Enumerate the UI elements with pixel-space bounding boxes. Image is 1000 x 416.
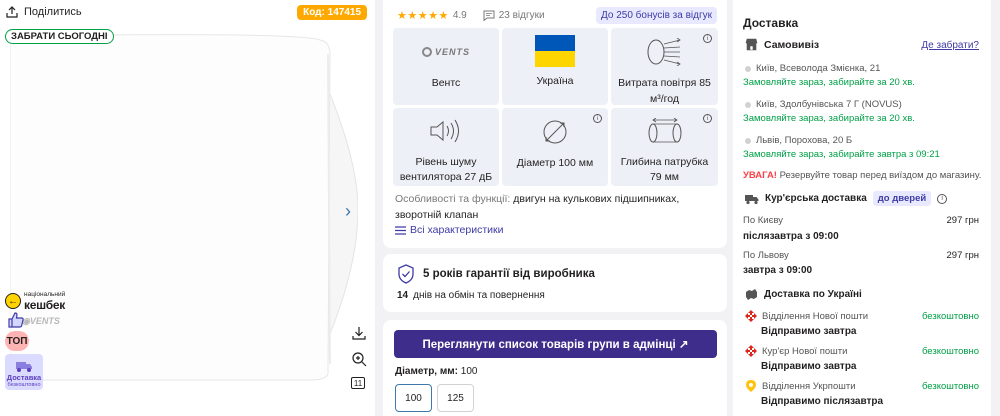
kyiv-delivery-time: післязавтра з 09:00	[743, 231, 839, 242]
return-policy: 14 днів на обмін та повернення	[397, 290, 545, 301]
warranty-title: 5 років гарантії від виробника	[423, 268, 595, 280]
airflow-icon	[647, 38, 681, 66]
comment-icon	[483, 10, 495, 21]
features-card: ★★★★★ 4.9 23 відгуки До 250 бонусів за в…	[383, 0, 727, 248]
carrier-row[interactable]: Відділення Нової пошти безкоштовно	[745, 310, 979, 322]
store-address: Київ, Здолбунівська 7 Г (NOVUS)	[745, 99, 902, 110]
diameter-icon	[543, 120, 567, 144]
kyiv-delivery-row: По Києву 297 грн	[743, 215, 979, 226]
info-icon[interactable]: i	[703, 34, 712, 43]
store-order-time: Замовляйте зараз, забирайте за 20 хв.	[743, 77, 915, 88]
feature-pipe-depth[interactable]: i Глибина патрубка 79 мм	[611, 108, 718, 186]
diameter-selected-value: 100	[460, 366, 478, 377]
where-to-pick-link[interactable]: Де забрати?	[921, 40, 979, 51]
truck-icon	[745, 194, 759, 204]
diameter-option-100[interactable]: 100	[395, 384, 432, 412]
carrier-row[interactable]: Кур'єр Нової пошти безкоштовно	[745, 345, 979, 357]
rating-stars[interactable]: ★★★★★	[397, 9, 449, 22]
diameter-selector-label: Діаметр, мм: 100	[395, 366, 478, 377]
self-pickup-heading: Самовивіз	[745, 38, 819, 51]
feature-diameter-text: Діаметр 100 мм	[516, 157, 594, 169]
store-address: Київ, Всеволода Змієнка, 21	[745, 63, 880, 74]
reviews-count: 23 відгуки	[498, 10, 545, 21]
image-count[interactable]: 11	[351, 377, 365, 389]
noise-icon	[430, 119, 459, 143]
pickup-today-badge: ЗАБРАТИ СЬОГОДНІ	[5, 29, 114, 44]
product-image[interactable]: ◉VENTS	[10, 34, 358, 382]
lviv-delivery-time: завтра з 09:00	[743, 265, 813, 276]
vents-logo: VENTS	[421, 47, 470, 57]
svg-text:◉VENTS: ◉VENTS	[22, 316, 60, 326]
free-delivery-l2: безкоштовно	[7, 381, 41, 388]
store-icon	[745, 38, 758, 51]
shield-check-icon	[398, 264, 414, 284]
reserve-warning: УВАГА! Резервуйте товар перед виїздом до…	[743, 170, 982, 181]
store-address: Львів, Порохова, 20 Б	[745, 135, 852, 146]
reviews-link[interactable]: 23 відгуки	[483, 10, 545, 21]
free-delivery-l1: Доставка	[6, 373, 42, 383]
store-order-time: Замовляйте зараз, забирайте за 20 хв.	[743, 113, 915, 124]
zoom-icon[interactable]	[351, 351, 367, 367]
info-icon[interactable]: i	[703, 114, 712, 123]
national-cashback-badge: ← національний кешбек	[5, 291, 65, 312]
carrier-row[interactable]: Відділення Укрпошти безкоштовно	[745, 380, 979, 392]
diameter-options: 100 125	[395, 384, 474, 412]
info-icon[interactable]: i	[937, 193, 948, 204]
top-badge: ТОП	[5, 331, 29, 351]
feature-country-text: Україна	[536, 75, 574, 87]
thumbs-up-icon	[8, 312, 24, 328]
ship-time: Відправимо післязавтра	[761, 396, 884, 407]
rating-value: 4.9	[452, 10, 467, 21]
all-characteristics-label: Всі характеристики	[410, 224, 504, 236]
feature-airflow[interactable]: i Витрата повітря 85 м³/год	[611, 28, 718, 105]
to-door-badge: до дверей	[872, 191, 932, 206]
free-delivery-badge: Доставка безкоштовно	[5, 354, 43, 390]
info-icon[interactable]: i	[593, 114, 602, 123]
list-icon	[395, 225, 406, 235]
lviv-delivery-row: По Львову 297 грн	[743, 250, 979, 261]
truck-icon	[16, 362, 32, 373]
ukraine-map-icon	[746, 289, 757, 300]
delivery-panel: Доставка Самовивіз Де забрати? Київ, Все…	[733, 0, 991, 416]
return-days-number: 14	[397, 290, 409, 301]
feature-diameter[interactable]: i Діаметр 100 мм	[502, 108, 608, 186]
feature-noise-text: Рівень шуму вентилятора 27 дБ	[399, 155, 493, 184]
store-order-time: Замовляйте зараз, забирайте завтра з 09:…	[743, 149, 940, 160]
gallery-next-arrow[interactable]: ›	[345, 202, 351, 220]
view-group-admin-button[interactable]: Переглянути список товарів групи в адмін…	[394, 330, 717, 358]
download-icon[interactable]	[351, 325, 367, 341]
product-code-badge: Код: 147415	[297, 5, 367, 20]
ship-time: Відправимо завтра	[761, 326, 857, 337]
share-button[interactable]: Поділитись	[6, 6, 82, 18]
diameter-option-125[interactable]: 125	[437, 384, 474, 412]
ship-time: Відправимо завтра	[761, 361, 857, 372]
all-characteristics-link[interactable]: Всі характеристики	[395, 224, 504, 236]
admin-card: Переглянути список товарів групи в адмін…	[383, 320, 727, 416]
ukrposhta-icon	[746, 380, 756, 392]
features-description: Особливості та функції: двигун на кулько…	[395, 192, 715, 224]
courier-delivery-heading: Кур'єрська доставка до дверей i	[745, 191, 948, 206]
feature-brand[interactable]: VENTS Вентс	[393, 28, 499, 105]
feature-country[interactable]: Україна	[502, 28, 608, 105]
feature-noise[interactable]: Рівень шуму вентилятора 27 дБ	[393, 108, 499, 186]
share-icon	[6, 6, 18, 18]
product-gallery: Поділитись Код: 147415 ◉VENTS ЗАБРАТИ СЬ…	[0, 0, 375, 416]
feature-brand-text: Вентс	[431, 77, 461, 89]
ukraine-flag-icon	[535, 35, 575, 67]
return-days-text: днів на обмін та повернення	[413, 290, 545, 301]
pipe-icon	[648, 118, 681, 143]
nova-poshta-icon	[745, 310, 757, 322]
warranty-card: 5 років гарантії від виробника 14 днів на…	[383, 254, 727, 312]
share-label: Поділитись	[24, 6, 82, 18]
ukraine-delivery-heading: Доставка по Україні	[745, 288, 862, 301]
feature-airflow-text: Витрата повітря 85 м³/год	[618, 77, 711, 105]
features-grid: VENTS Вентс Україна i Витрата повітря 85…	[393, 28, 718, 186]
feature-pipe-text: Глибина патрубка 79 мм	[620, 155, 709, 184]
delivery-title: Доставка	[743, 16, 799, 30]
nova-poshta-icon	[745, 345, 757, 357]
cashback-arrow-icon: ←	[5, 293, 21, 310]
cashback-big-text: кешбек	[24, 297, 65, 312]
review-bonus-badge: До 250 бонусів за відгук	[595, 7, 717, 24]
features-label: Особливості та функції:	[395, 193, 511, 205]
